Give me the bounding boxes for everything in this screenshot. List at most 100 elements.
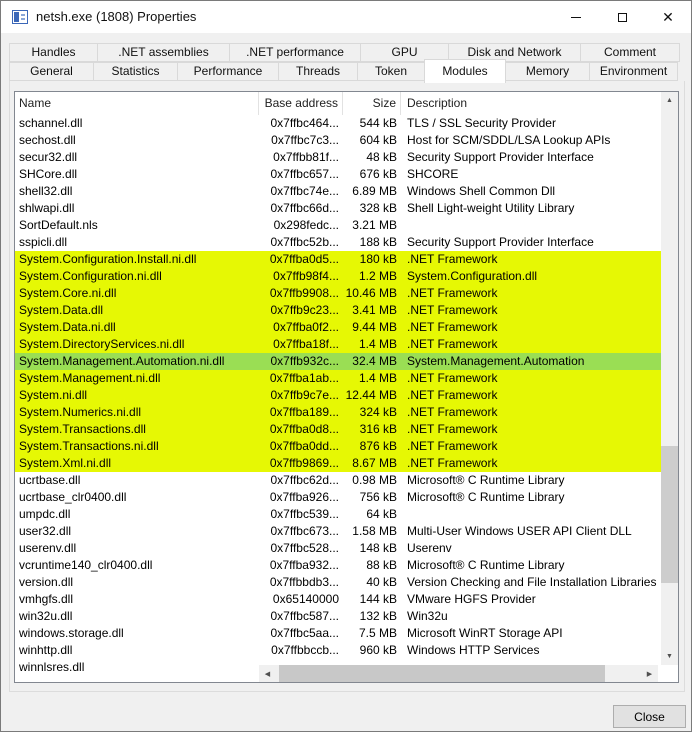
column-header-base-address[interactable]: Base address — [259, 92, 343, 115]
module-description-cell: Windows HTTP Services — [407, 643, 540, 657]
module-base-address-cell: 0x7ffbc7c3... — [271, 133, 339, 147]
module-base-address-cell: 0x7ffbc587... — [270, 609, 340, 623]
module-description-cell: Multi-User Windows USER API Client DLL — [407, 524, 632, 538]
minimize-button[interactable] — [553, 1, 599, 33]
table-row[interactable]: SHCore.dll 0x7ffbc657... 676 kB SHCORE — [15, 166, 661, 183]
table-row[interactable]: System.Management.Automation.ni.dll 0x7ff… — [15, 353, 661, 370]
tab-comment[interactable]: Comment — [580, 43, 680, 62]
table-row[interactable]: System.Numerics.ni.dll 0x7ffba189... 324 k… — [15, 404, 661, 421]
module-description-cell: Shell Light-weight Utility Library — [407, 201, 575, 215]
module-base-address-cell: 0x7ffb932c... — [270, 354, 340, 368]
tab-environment[interactable]: Environment — [589, 62, 678, 81]
vertical-scrollbar-thumb[interactable] — [661, 446, 678, 583]
scroll-up-icon[interactable]: ▲ — [661, 92, 678, 109]
module-description-cell: SHCORE — [407, 167, 459, 181]
close-window-button[interactable]: ✕ — [645, 1, 691, 33]
module-base-address-cell: 0x7ffba0dd... — [269, 439, 339, 453]
module-base-address-cell: 0x7ffbc657... — [270, 167, 340, 181]
table-row[interactable]: user32.dll 0x7ffbc673... 1.58 MB Multi-User… — [15, 523, 661, 540]
module-size-cell: 132 kB — [359, 609, 397, 623]
table-row[interactable]: sspicli.dll 0x7ffbc52b... 188 kB Security S… — [15, 234, 661, 251]
module-size-cell: 32.4 MB — [352, 354, 397, 368]
table-row[interactable]: win32u.dll 0x7ffbc587... 132 kB Win32u — [15, 608, 661, 625]
column-header-size[interactable]: Size — [343, 92, 401, 115]
module-size-cell: 604 kB — [359, 133, 397, 147]
module-base-address-cell: 0x7ffbbdb3... — [269, 575, 339, 589]
module-name-cell: schannel.dll — [19, 116, 83, 130]
horizontal-scrollbar-thumb[interactable] — [279, 665, 605, 682]
column-header-name[interactable]: Name — [15, 92, 259, 115]
table-row[interactable]: System.DirectoryServices.ni.dll 0x7ffba18… — [15, 336, 661, 353]
module-description-cell: Userenv — [407, 541, 452, 555]
table-row[interactable]: umpdc.dll 0x7ffbc539... 64 kB — [15, 506, 661, 523]
module-size-cell: 180 kB — [359, 252, 397, 266]
table-row[interactable]: System.Data.ni.dll 0x7ffba0f2... 9.44 MB .N… — [15, 319, 661, 336]
table-row[interactable]: secur32.dll 0x7ffbb81f... 48 kB Security Su… — [15, 149, 661, 166]
table-row[interactable]: ucrtbase.dll 0x7ffbc62d... 0.98 MB Microsof… — [15, 472, 661, 489]
tab-statistics[interactable]: Statistics — [93, 62, 178, 81]
table-row[interactable]: System.Transactions.dll 0x7ffba0d8... 316 … — [15, 421, 661, 438]
module-base-address-cell: 0x7ffba926... — [269, 490, 339, 504]
module-description-cell: Microsoft® C Runtime Library — [407, 473, 565, 487]
module-base-address-cell: 0x7ffba189... — [269, 405, 339, 419]
table-row[interactable]: System.Data.dll 0x7ffb9c23... 3.41 MB .NET … — [15, 302, 661, 319]
table-row[interactable]: shlwapi.dll 0x7ffbc66d... 328 kB Shell Ligh… — [15, 200, 661, 217]
module-size-cell: 1.58 MB — [352, 524, 397, 538]
table-row[interactable]: System.Management.ni.dll 0x7ffba1ab... 1.4… — [15, 370, 661, 387]
module-description-cell: Microsoft® C Runtime Library — [407, 490, 565, 504]
table-row[interactable]: vmhgfs.dll 0x65140000 144 kB VMware HGFS Pr… — [15, 591, 661, 608]
module-base-address-cell: 0x7ffbc464... — [270, 116, 340, 130]
module-base-address-cell: 0x65140000 — [272, 592, 339, 606]
horizontal-scrollbar[interactable]: ◀ ▶ — [259, 665, 658, 682]
module-name-cell: System.Data.ni.dll — [19, 320, 116, 334]
table-row[interactable]: winhttp.dll 0x7ffbbccb... 960 kB Windows HT… — [15, 642, 661, 659]
module-name-cell: System.Transactions.ni.dll — [19, 439, 159, 453]
module-name-cell: version.dll — [19, 575, 74, 589]
tab--net-assemblies[interactable]: .NET assemblies — [97, 43, 230, 62]
module-size-cell: 144 kB — [359, 592, 397, 606]
tab--net-performance[interactable]: .NET performance — [229, 43, 361, 62]
scroll-right-icon[interactable]: ▶ — [641, 665, 658, 682]
tab-modules[interactable]: Modules — [424, 59, 506, 83]
module-description-cell: VMware HGFS Provider — [407, 592, 536, 606]
table-row[interactable]: version.dll 0x7ffbbdb3... 40 kB Version Che… — [15, 574, 661, 591]
table-row[interactable]: userenv.dll 0x7ffbc528... 148 kB Userenv — [15, 540, 661, 557]
close-button[interactable]: Close — [613, 705, 686, 728]
module-description-cell: Microsoft WinRT Storage API — [407, 626, 563, 640]
table-row[interactable]: vcruntime140_clr0400.dll 0x7ffba932... 88 … — [15, 557, 661, 574]
module-size-cell: 9.44 MB — [352, 320, 397, 334]
maximize-button[interactable] — [599, 1, 645, 33]
table-row[interactable]: System.Transactions.ni.dll 0x7ffba0dd... 8… — [15, 438, 661, 455]
table-row[interactable]: sechost.dll 0x7ffbc7c3... 604 kB Host for S… — [15, 132, 661, 149]
tab-handles[interactable]: Handles — [9, 43, 98, 62]
scroll-down-icon[interactable]: ▼ — [661, 648, 678, 665]
module-size-cell: 0.98 MB — [352, 473, 397, 487]
tab-memory[interactable]: Memory — [505, 62, 590, 81]
module-size-cell: 6.89 MB — [352, 184, 397, 198]
table-row[interactable]: ucrtbase_clr0400.dll 0x7ffba926... 756 kB M… — [15, 489, 661, 506]
table-row[interactable]: System.Configuration.Install.ni.dll 0x7ff… — [15, 251, 661, 268]
tab-general[interactable]: General — [9, 62, 94, 81]
module-base-address-cell: 0x7ffbc74e... — [270, 184, 340, 198]
vertical-scrollbar[interactable]: ▲ ▼ — [661, 92, 678, 665]
module-base-address-cell: 0x7ffbc66d... — [270, 201, 340, 215]
table-row[interactable]: System.ni.dll 0x7ffb9c7e... 12.44 MB .NET F… — [15, 387, 661, 404]
column-header-description[interactable]: Description — [401, 92, 661, 115]
tab-performance[interactable]: Performance — [177, 62, 279, 81]
window-title: netsh.exe (1808) Properties — [36, 9, 197, 24]
tab-token[interactable]: Token — [357, 62, 425, 81]
tab-threads[interactable]: Threads — [278, 62, 358, 81]
table-row[interactable]: schannel.dll 0x7ffbc464... 544 kB TLS / SSL… — [15, 115, 661, 132]
module-base-address-cell: 0x298fedc... — [273, 218, 339, 232]
module-name-cell: shell32.dll — [19, 184, 73, 198]
scroll-left-icon[interactable]: ◀ — [259, 665, 276, 682]
module-description-cell: Windows Shell Common Dll — [407, 184, 556, 198]
module-name-cell: System.Transactions.dll — [19, 422, 146, 436]
table-row[interactable]: SortDefault.nls 0x298fedc... 3.21 MB — [15, 217, 661, 234]
table-row[interactable]: System.Configuration.ni.dll 0x7ffb98f4...… — [15, 268, 661, 285]
module-description-cell: TLS / SSL Security Provider — [407, 116, 556, 130]
table-row[interactable]: shell32.dll 0x7ffbc74e... 6.89 MB Windows S… — [15, 183, 661, 200]
table-row[interactable]: System.Xml.ni.dll 0x7ffb9869... 8.67 MB .NE… — [15, 455, 661, 472]
table-row[interactable]: windows.storage.dll 0x7ffbc5aa... 7.5 MB Mi… — [15, 625, 661, 642]
table-row[interactable]: System.Core.ni.dll 0x7ffb9908... 10.46 MB.… — [15, 285, 661, 302]
